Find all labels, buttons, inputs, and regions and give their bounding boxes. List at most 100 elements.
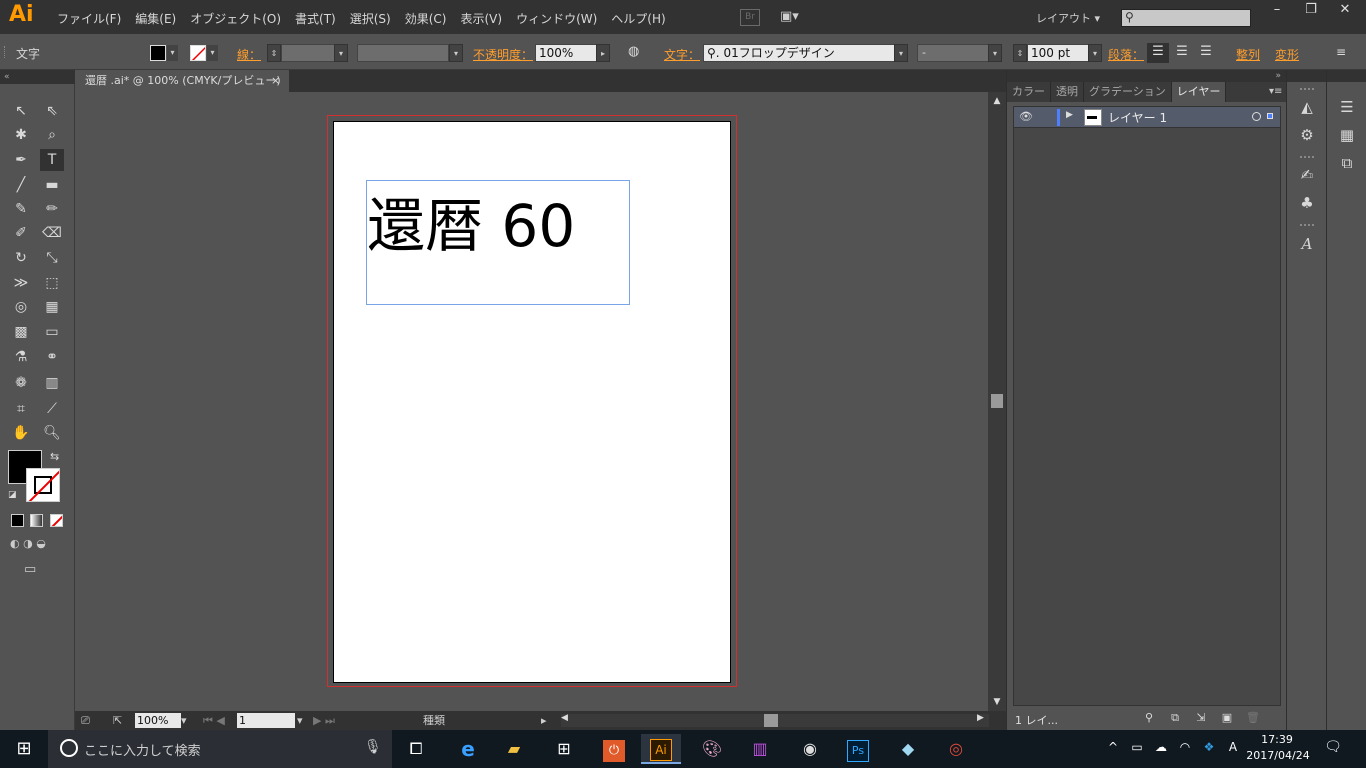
- gradient-tool-icon[interactable]: ▭: [40, 321, 64, 343]
- photoshop-taskbar-icon[interactable]: Ps: [838, 734, 878, 764]
- task-view-icon[interactable]: ⧠: [396, 734, 436, 764]
- panel-collapse-header[interactable]: »: [1007, 70, 1287, 82]
- zoom-tool-icon[interactable]: 🔍︎: [40, 422, 64, 444]
- dock-2-header[interactable]: [1327, 70, 1366, 82]
- font-size-field[interactable]: 100 pt: [1027, 44, 1089, 62]
- control-panel-menu-icon[interactable]: ≡: [1336, 45, 1346, 59]
- rectangle-tool-icon[interactable]: ▬: [40, 174, 64, 196]
- opacity-label[interactable]: 不透明度：: [473, 46, 533, 63]
- variable-width-dropdown[interactable]: ▾: [449, 44, 463, 62]
- swatches-panel-icon[interactable]: ▦: [1335, 124, 1359, 146]
- type-tool-icon[interactable]: T: [40, 149, 64, 171]
- font-family-dropdown[interactable]: ▾: [894, 44, 908, 62]
- stroke-label[interactable]: 線：: [237, 46, 261, 63]
- chrome-browser-icon[interactable]: ◎: [936, 734, 976, 764]
- stroke-weight-stepper[interactable]: ⇕: [267, 44, 281, 62]
- help-search-input[interactable]: ⚲: [1121, 9, 1251, 27]
- edge-browser-icon[interactable]: e: [448, 734, 488, 764]
- close-button[interactable]: ✕: [1328, 0, 1362, 22]
- visibility-eye-icon[interactable]: 👁︎: [1018, 110, 1034, 124]
- variable-width-field[interactable]: [357, 44, 449, 62]
- arrange-documents-button[interactable]: ▣▾: [780, 9, 808, 26]
- artboard[interactable]: 還暦 60: [333, 121, 731, 683]
- paintbrush-tool-icon[interactable]: ✎: [9, 198, 33, 220]
- appearance-panel-icon[interactable]: ◭: [1295, 96, 1319, 118]
- eyedropper-tool-icon[interactable]: ⚗: [9, 346, 33, 368]
- stroke-dropdown[interactable]: ▾: [207, 45, 218, 61]
- close-tab-icon[interactable]: ×: [271, 70, 280, 92]
- none-mode-button[interactable]: [50, 514, 63, 527]
- taskbar-search-box[interactable]: ここに入力して検索 🎙︎: [48, 730, 392, 768]
- app-power-icon[interactable]: ⏻: [594, 734, 634, 764]
- stroke-weight-field[interactable]: [281, 44, 336, 62]
- free-transform-tool-icon[interactable]: ⬚: [40, 272, 64, 294]
- vertical-scrollbar[interactable]: ▲ ▼: [988, 92, 1006, 711]
- windows-start-icon[interactable]: ⊞: [0, 730, 48, 768]
- panel-menu-icon[interactable]: ▾≡: [1269, 86, 1282, 97]
- vertical-scroll-thumb[interactable]: [991, 394, 1003, 408]
- file-explorer-icon[interactable]: ▰: [494, 734, 534, 764]
- canvas-area[interactable]: 還暦 60: [75, 92, 988, 711]
- color-mode-button[interactable]: [11, 514, 24, 527]
- clipping-mask-icon[interactable]: ⧉: [1167, 711, 1183, 727]
- artboards-panel-icon[interactable]: ⧉: [1335, 152, 1359, 174]
- new-sublayer-icon[interactable]: ⇲: [1193, 711, 1209, 727]
- layer-row[interactable]: 👁︎ ▶ レイヤー 1: [1014, 107, 1280, 128]
- paint-app-icon[interactable]: 🎨︎: [692, 734, 732, 764]
- menu-select[interactable]: 選択(S): [343, 10, 398, 27]
- graphic-styles-panel-icon[interactable]: ⚙: [1295, 124, 1319, 146]
- area-text-frame[interactable]: 還暦 60: [366, 180, 630, 305]
- menu-view[interactable]: 表示(V): [453, 10, 509, 27]
- document-tab[interactable]: 還暦 .ai* @ 100% (CMYK/プレビュー) ×: [75, 70, 289, 92]
- swap-fill-stroke-icon[interactable]: ⇆: [50, 450, 59, 463]
- tray-device-icon[interactable]: ▭: [1128, 740, 1146, 758]
- slice-tool-icon[interactable]: ⟋: [40, 398, 64, 420]
- shape-builder-tool-icon[interactable]: ◎: [9, 296, 33, 318]
- transform-panel-link[interactable]: 変形: [1275, 46, 1299, 63]
- expand-layer-icon[interactable]: ▶: [1066, 110, 1073, 120]
- menu-type[interactable]: 書式(T): [288, 10, 343, 27]
- opacity-field[interactable]: 100%: [535, 44, 597, 62]
- hand-tool-icon[interactable]: ✋: [9, 422, 33, 444]
- restore-button[interactable]: ❐: [1294, 0, 1328, 22]
- layer-selection-indicator[interactable]: [1267, 113, 1273, 119]
- new-layer-icon[interactable]: ▣: [1219, 711, 1235, 727]
- character-styles-panel-icon[interactable]: A: [1295, 233, 1319, 255]
- clock-time[interactable]: 17:39: [1252, 733, 1302, 746]
- tray-expand-icon[interactable]: ^: [1104, 740, 1122, 758]
- gpu-preview-icon[interactable]: ⎚: [81, 713, 90, 728]
- fill-swatch[interactable]: [150, 45, 166, 61]
- stroke-weight-dropdown[interactable]: ▾: [334, 44, 348, 62]
- zoom-dropdown[interactable]: ▾: [181, 713, 187, 728]
- tab-color[interactable]: カラー: [1007, 82, 1051, 102]
- align-center-button[interactable]: ☰: [1171, 43, 1193, 63]
- eraser-tool-icon[interactable]: ⌫: [40, 222, 64, 244]
- horizontal-scrollbar[interactable]: ◀ ▶: [561, 713, 989, 727]
- align-left-button[interactable]: ☰: [1147, 43, 1169, 63]
- scroll-up-icon[interactable]: ▲: [991, 96, 1003, 106]
- menu-effect[interactable]: 効果(C): [398, 10, 454, 27]
- scroll-left-icon[interactable]: ◀: [561, 713, 568, 723]
- illustrator-taskbar-icon[interactable]: Ai: [641, 734, 681, 764]
- bridge-button[interactable]: Br: [740, 9, 760, 26]
- microphone-icon[interactable]: 🎙︎: [364, 739, 382, 755]
- onedrive-icon[interactable]: ☁: [1152, 740, 1170, 758]
- properties-panel-icon[interactable]: ☰: [1335, 96, 1359, 118]
- pen-tool-icon[interactable]: ✒: [9, 149, 33, 171]
- lasso-tool-icon[interactable]: ⌕: [40, 124, 64, 146]
- column-graph-tool-icon[interactable]: ▥: [40, 372, 64, 394]
- store-icon[interactable]: ⊞: [544, 734, 584, 764]
- stroke-color-box[interactable]: [26, 468, 60, 502]
- notification-center-icon[interactable]: 🗨︎: [1322, 739, 1344, 759]
- workspace-switcher[interactable]: レイアウト ▾: [1036, 10, 1100, 26]
- width-tool-icon[interactable]: ≫: [9, 272, 33, 294]
- paragraph-label[interactable]: 段落：: [1108, 46, 1144, 63]
- menu-file[interactable]: ファイル(F): [50, 10, 128, 27]
- dropbox-icon[interactable]: ❖: [1200, 740, 1218, 758]
- fill-dropdown[interactable]: ▾: [167, 45, 178, 61]
- locate-object-icon[interactable]: ⚲: [1141, 711, 1157, 727]
- first-artboard-icon[interactable]: ⏮ ◀: [203, 713, 225, 728]
- stroke-swatch[interactable]: [190, 45, 206, 61]
- menu-window[interactable]: ウィンドウ(W): [509, 10, 604, 27]
- shaper-tool-icon[interactable]: ✐: [9, 222, 33, 244]
